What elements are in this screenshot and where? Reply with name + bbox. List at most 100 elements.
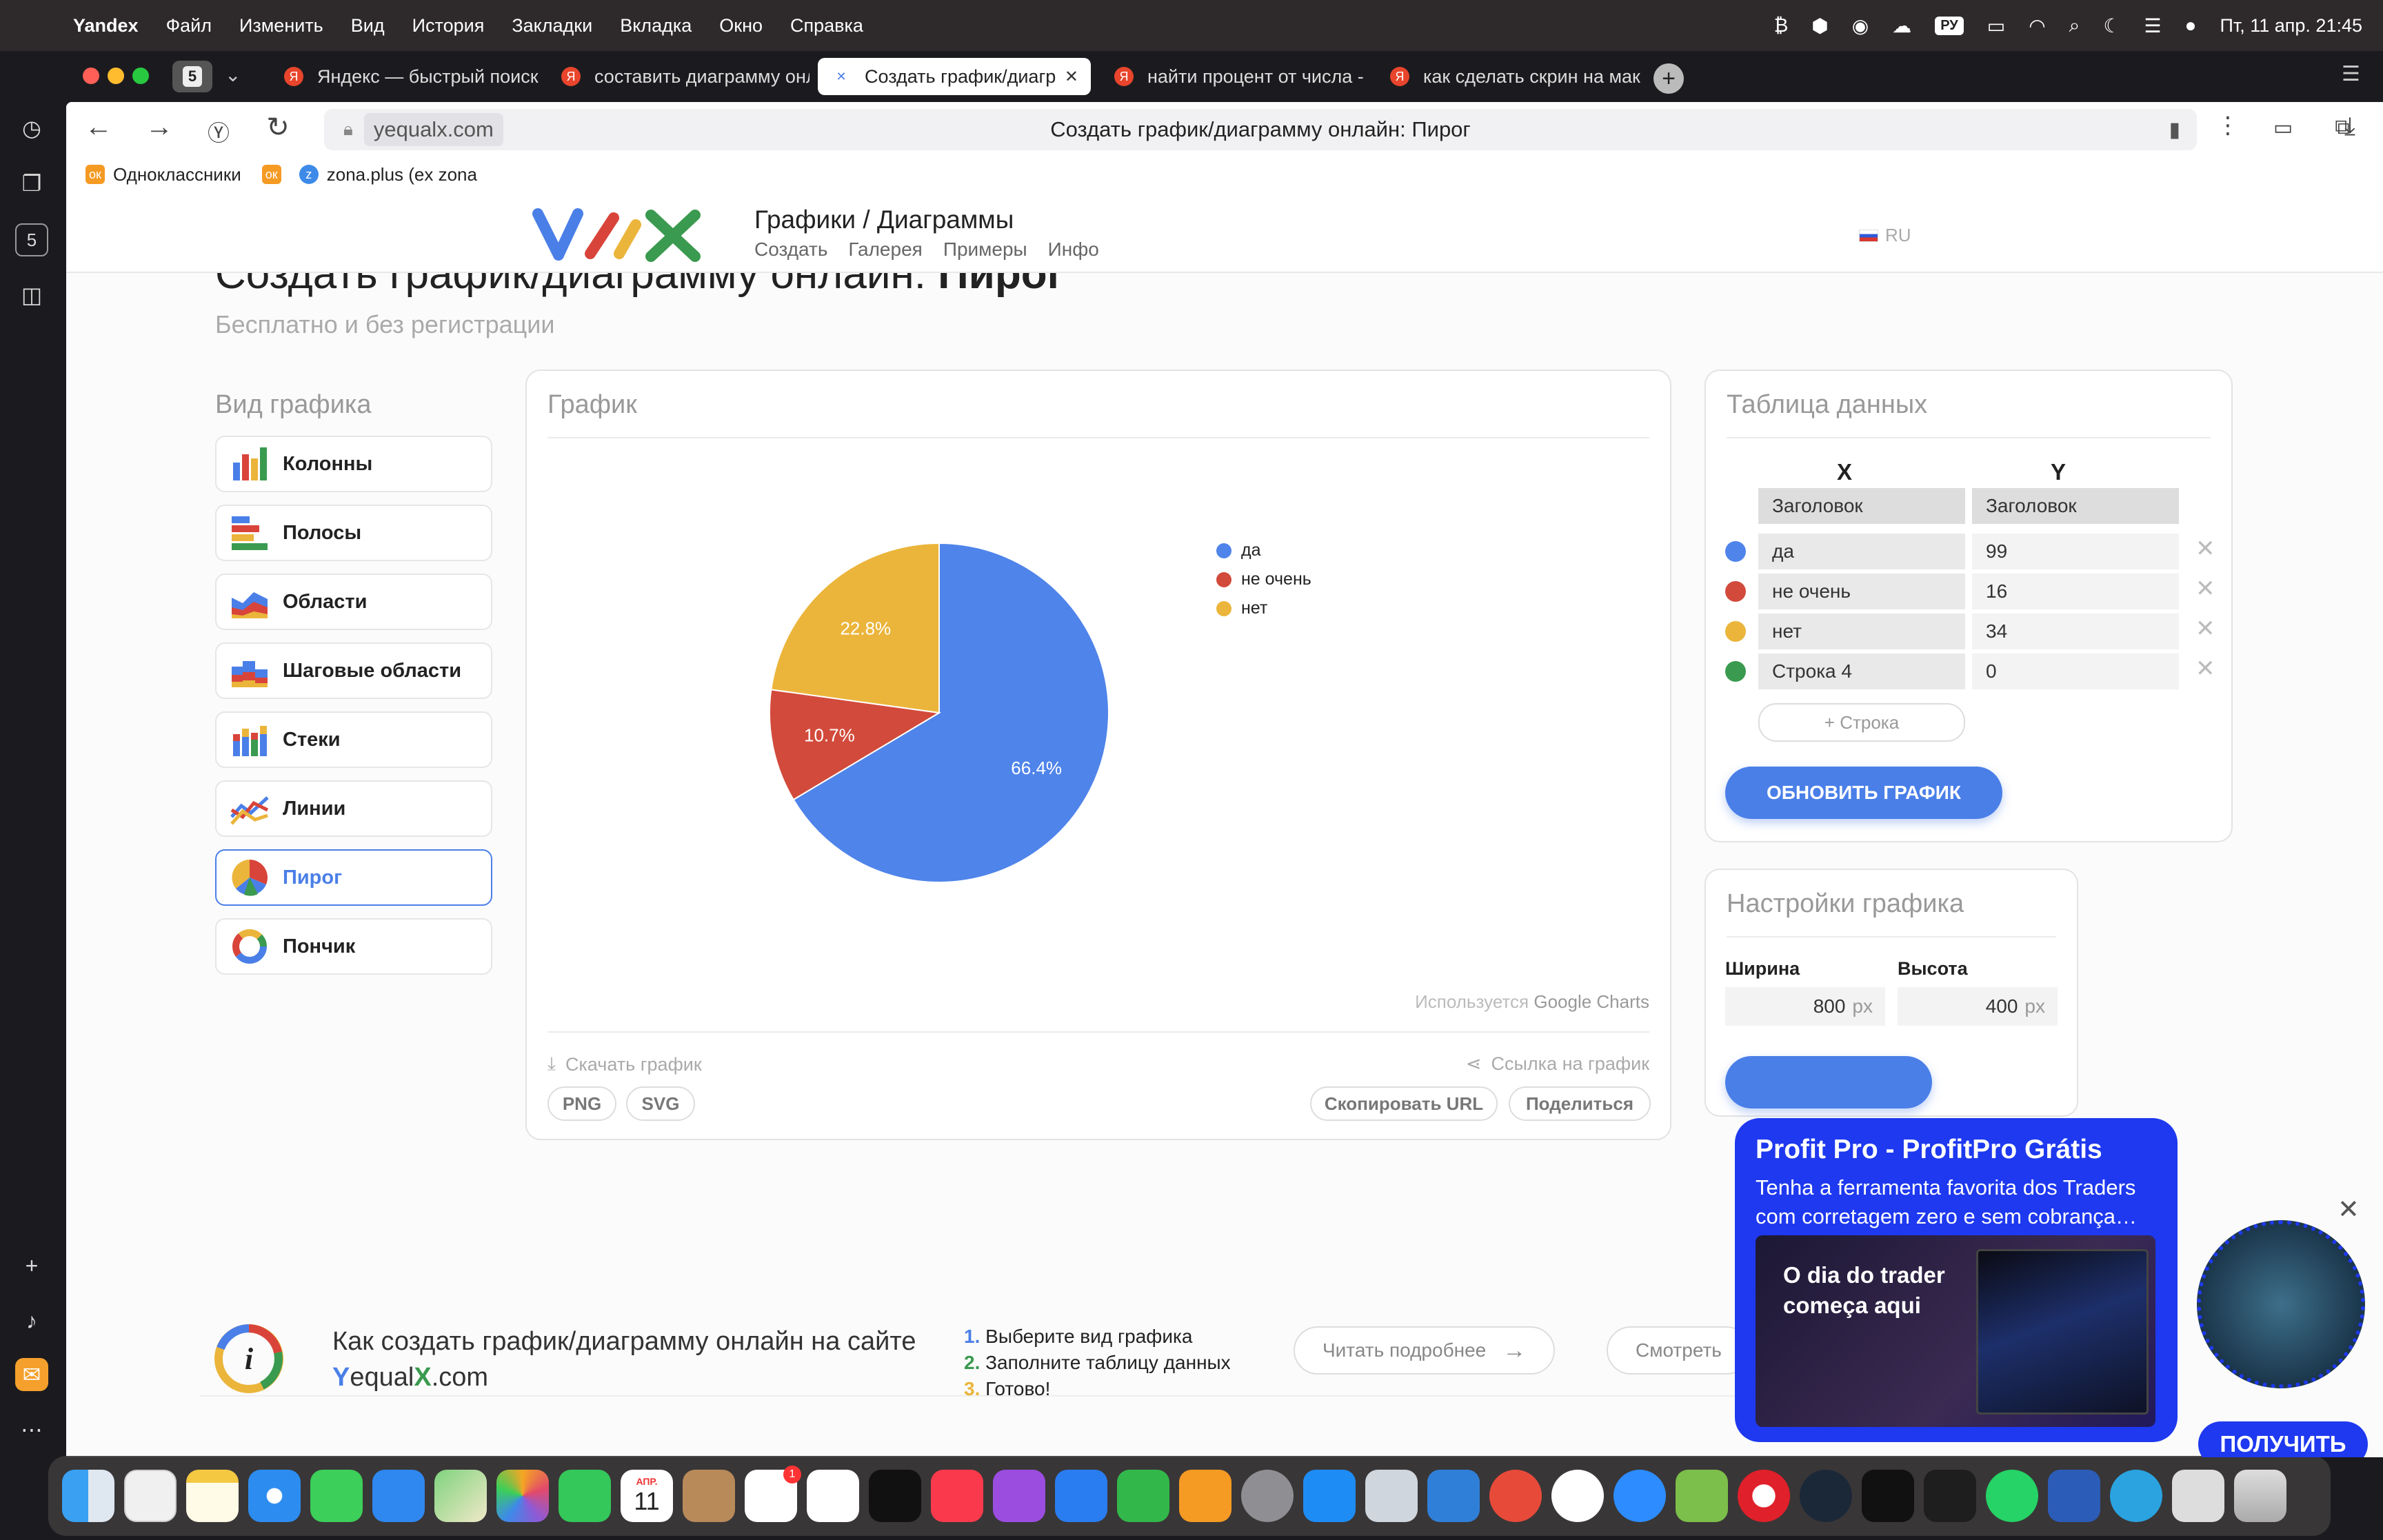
yandex-browser-app-icon[interactable] — [1489, 1470, 1542, 1522]
keynote-icon[interactable] — [1055, 1470, 1107, 1522]
row-2-y-input[interactable]: 16 — [1972, 574, 2179, 609]
tab-create-chart[interactable]: ✕ Создать график/диагр ✕ — [818, 58, 1091, 95]
history-icon[interactable]: ◷ — [15, 112, 48, 145]
nav-info[interactable]: Инфо — [1048, 239, 1099, 261]
update-chart-button[interactable]: ОБНОВИТЬ ГРАФИК — [1725, 767, 2002, 819]
row-1-delete-icon[interactable]: ✕ — [2195, 535, 2215, 563]
copy-url-button[interactable]: Скопировать URL — [1310, 1086, 1498, 1121]
chart-type-columns[interactable]: Колонны — [215, 436, 492, 492]
tab-percent[interactable]: Янайти процент от числа - — [1100, 58, 1369, 95]
freeform-icon[interactable] — [807, 1470, 859, 1522]
menu-history[interactable]: История — [412, 15, 485, 37]
row-3-delete-icon[interactable]: ✕ — [2195, 615, 2215, 642]
battery-icon[interactable]: ▭ — [1987, 14, 2005, 37]
whatsapp-icon[interactable] — [1986, 1470, 2038, 1522]
mail-icon[interactable]: ✉ — [15, 1358, 48, 1391]
bookmark-odnoklassniki[interactable]: ок Одноклассники — [86, 164, 241, 185]
watch-button[interactable]: Смотреть — [1607, 1326, 1751, 1375]
download-png-button[interactable]: PNG — [547, 1086, 616, 1121]
downloader-app-icon[interactable] — [1676, 1470, 1728, 1522]
tab-close-icon[interactable]: ✕ — [1065, 67, 1078, 87]
new-tab-button[interactable]: + — [1653, 63, 1684, 94]
tab-counter[interactable]: 5 — [172, 61, 212, 92]
brand-name[interactable]: YequalX.com — [332, 1359, 916, 1395]
tiktok-icon[interactable]: ♪ — [15, 1304, 48, 1337]
globe-icon[interactable]: ◉ — [1852, 14, 1869, 37]
tab-make-diagram[interactable]: Ясоставить диаграмму онл — [547, 58, 810, 95]
yandex-app-icon[interactable] — [1551, 1470, 1604, 1522]
chevron-down-icon[interactable]: ⌄ — [225, 63, 241, 86]
spotlight-search-icon[interactable]: ⌕ — [2069, 14, 2080, 37]
input-source-badge[interactable]: РУ — [1935, 16, 1964, 35]
chart-type-pie[interactable]: Пирог — [215, 849, 492, 906]
steam-icon[interactable] — [1800, 1470, 1852, 1522]
mail-icon[interactable] — [372, 1470, 425, 1522]
row-color-dot[interactable] — [1725, 661, 1746, 682]
safari-icon[interactable] — [248, 1470, 301, 1522]
address-domain[interactable]: yequalx.com — [363, 113, 503, 146]
podcasts-icon[interactable] — [993, 1470, 1045, 1522]
shield-icon[interactable]: ⬢ — [1811, 14, 1828, 37]
reload-icon[interactable]: ↻ — [261, 112, 295, 143]
downloads-icon[interactable]: ⤓ — [2344, 112, 2355, 141]
chart-type-step-areas[interactable]: Шаговые области — [215, 642, 492, 699]
music-icon[interactable] — [931, 1470, 983, 1522]
menu-tab[interactable]: Вкладка — [620, 15, 692, 37]
nav-examples[interactable]: Примеры — [943, 239, 1027, 261]
legend-item[interactable]: не очень — [1216, 569, 1311, 589]
menu-help[interactable]: Справка — [790, 15, 863, 37]
ad-get-button[interactable]: ПОЛУЧИТЬ — [2198, 1421, 2368, 1457]
trash-icon[interactable] — [2234, 1470, 2286, 1522]
share-button[interactable]: Поделиться — [1509, 1086, 1651, 1121]
language-switch[interactable]: RU — [1859, 225, 1911, 246]
menu-window[interactable]: Окно — [719, 15, 763, 37]
row-2-x-input[interactable]: не очень — [1758, 574, 1965, 609]
menu-bookmarks[interactable]: Закладки — [512, 15, 592, 37]
nav-gallery[interactable]: Галерея — [848, 239, 922, 261]
add-panel-icon[interactable]: + — [15, 1249, 48, 1282]
chart-type-donut[interactable]: Пончик — [215, 918, 492, 975]
row-3-y-input[interactable]: 34 — [1972, 614, 2179, 649]
pages-icon[interactable] — [1179, 1470, 1231, 1522]
launchpad-icon[interactable] — [124, 1470, 177, 1522]
apple-tv-icon[interactable] — [869, 1470, 921, 1522]
notes-icon[interactable] — [186, 1470, 239, 1522]
battery-saver-icon[interactable]: ▭ — [2266, 116, 2300, 140]
menubar-clock[interactable]: Пт, 11 апр. 21:45 — [2220, 15, 2362, 37]
tab-screenshot-mac[interactable]: Якак сделать скрин на мак — [1376, 58, 1641, 95]
tab-yandex-search[interactable]: Я Яндекс — быстрый поиск — [270, 58, 539, 95]
weather-icon[interactable]: ☁ — [1892, 14, 1911, 37]
width-input[interactable]: 800 px — [1725, 987, 1885, 1026]
tabs-menu-icon[interactable]: ☰ — [2342, 62, 2360, 86]
address-bar[interactable]: 🔒︎ yequalx.com Создать график/диаграмму … — [324, 109, 2197, 150]
chart-type-stacks[interactable]: Стеки — [215, 711, 492, 768]
window-minimize-button[interactable] — [108, 68, 124, 84]
header-x-input[interactable]: Заголовок — [1758, 488, 1965, 524]
header-y-input[interactable]: Заголовок — [1972, 488, 2179, 524]
row-color-dot[interactable] — [1725, 581, 1746, 602]
row-1-x-input[interactable]: да — [1758, 534, 1965, 569]
contacts-icon[interactable] — [683, 1470, 735, 1522]
maps-icon[interactable] — [434, 1470, 487, 1522]
system-settings-icon[interactable] — [1241, 1470, 1294, 1522]
row-4-x-input[interactable]: Строка 4 — [1758, 654, 1965, 689]
tab-count-icon[interactable]: 5 — [15, 223, 48, 256]
bookmark-zona-plus[interactable]: z zona.plus (ex zona — [299, 164, 477, 185]
preview-icon[interactable] — [1365, 1470, 1418, 1522]
back-arrow-icon[interactable]: ← — [81, 112, 116, 143]
row-color-dot[interactable] — [1725, 621, 1746, 642]
calendar-icon[interactable]: АПР. 11 — [621, 1470, 673, 1522]
ad-close-icon[interactable]: ✕ — [2337, 1194, 2360, 1225]
opera-icon[interactable] — [1738, 1470, 1790, 1522]
messages-icon[interactable] — [310, 1470, 363, 1522]
legend-item[interactable]: да — [1216, 540, 1261, 560]
menu-edit[interactable]: Изменить — [239, 15, 323, 37]
numbers-icon[interactable] — [1117, 1470, 1169, 1522]
app-store-icon[interactable] — [1303, 1470, 1356, 1522]
yequalx-logo[interactable] — [532, 204, 705, 265]
height-input[interactable]: 400 px — [1898, 987, 2058, 1026]
ad-thumbnail[interactable] — [2197, 1220, 2365, 1388]
more-icon[interactable]: ⋯ — [15, 1413, 48, 1446]
row-4-y-input[interactable]: 0 — [1972, 654, 2179, 689]
reminders-icon[interactable]: 1 — [745, 1466, 801, 1522]
